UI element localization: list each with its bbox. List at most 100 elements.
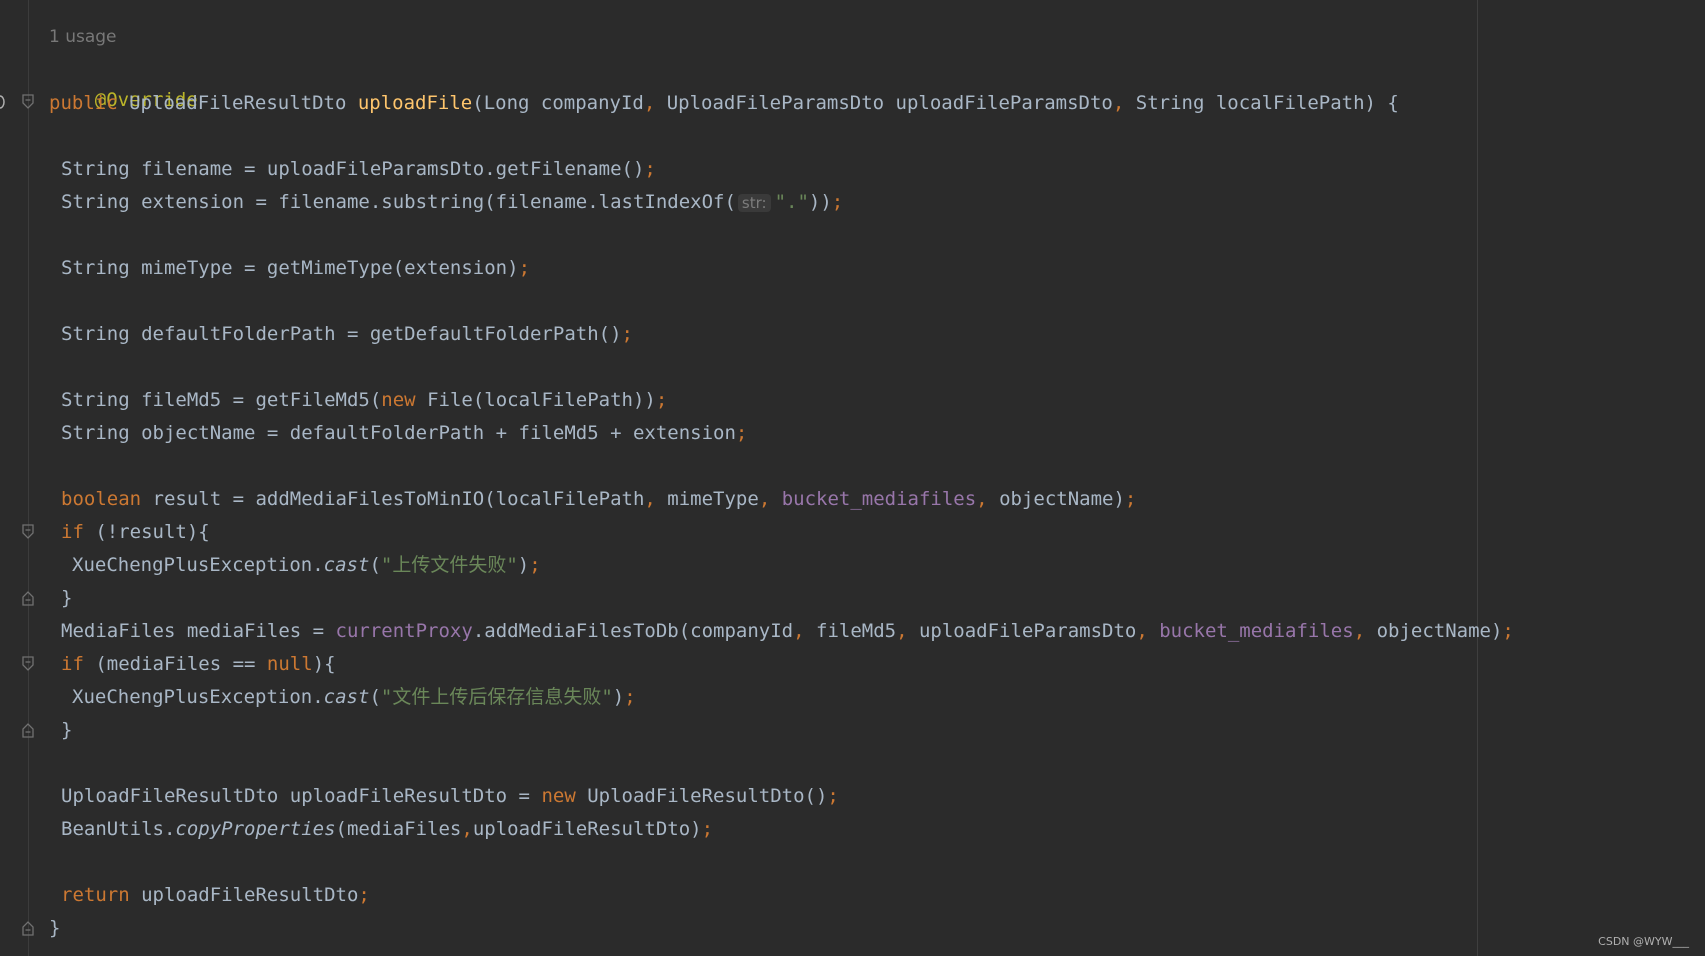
code-token: UploadFileResultDto() [587, 785, 828, 807]
comma-token: , [758, 488, 782, 510]
comma-token: , [976, 488, 1000, 510]
code-token: } [49, 917, 61, 939]
semicolon-token: ; [358, 884, 370, 906]
code-token: objectName) [1376, 620, 1503, 642]
code-line[interactable]: XueChengPlusException.cast("上传文件失败"); [72, 550, 541, 580]
code-token: String fileMd5 = getFileMd5( [61, 389, 382, 411]
code-token: uploadFileResultDto [141, 884, 359, 906]
semicolon-token: ; [1124, 488, 1137, 510]
code-token: UploadFileParamsDto uploadFileParamsDto [666, 92, 1113, 114]
comma-token: , [1136, 620, 1160, 642]
code-token: ( [369, 554, 381, 576]
semicolon-token: ; [701, 818, 714, 840]
code-editor[interactable]: 1 usage @Override public UploadFileResul… [0, 0, 1705, 956]
code-token: String mimeType = getMimeType(extension) [61, 257, 519, 279]
semicolon-token: ; [624, 686, 636, 708]
comma-token: , [896, 620, 919, 642]
semicolon-token: ; [621, 323, 633, 345]
code-token: objectName) [999, 488, 1125, 510]
keyword-token: boolean [61, 488, 153, 510]
code-token: String defaultFolderPath = getDefaultFol… [61, 323, 622, 345]
code-line[interactable]: return uploadFileResultDto; [61, 880, 370, 910]
code-token: ){ [312, 653, 336, 675]
field-token: bucket_mediafiles [781, 488, 977, 510]
code-token: } [61, 719, 73, 741]
static-method-token: copyProperties [175, 818, 336, 840]
code-line[interactable]: @Override [49, 55, 198, 111]
code-token: uploadFileParamsDto [918, 620, 1137, 642]
code-token: fileMd5 [816, 620, 897, 642]
code-token: (Long companyId [472, 92, 644, 114]
comma-token: , [1112, 92, 1136, 114]
code-token: String objectName = defaultFolderPath + … [61, 422, 736, 444]
code-token: XueChengPlusException. [72, 554, 324, 576]
code-line[interactable]: MediaFiles mediaFiles = currentProxy.add… [61, 616, 1514, 646]
code-token: (mediaFiles [335, 818, 462, 840]
code-token: String localFilePath) { [1135, 92, 1399, 114]
code-token: String extension = filename.substring(fi… [61, 191, 736, 213]
code-line[interactable]: } [61, 583, 72, 613]
code-line[interactable]: BeanUtils.copyProperties(mediaFiles,uplo… [61, 814, 713, 844]
code-line[interactable]: } [61, 715, 72, 745]
code-token: String filename = uploadFileParamsDto.ge… [61, 158, 645, 180]
code-token: uploadFileResultDto) [472, 818, 702, 840]
code-token: BeanUtils. [61, 818, 176, 840]
usage-hint[interactable]: 1 usage [49, 22, 117, 52]
code-token: (mediaFiles == [95, 653, 267, 675]
method-name-token: uploadFile [357, 92, 473, 114]
keyword-token: new [541, 785, 588, 807]
semicolon-token: ; [518, 257, 531, 279]
semicolon-token: ; [827, 785, 839, 807]
code-line[interactable]: boolean result = addMediaFilesToMinIO(lo… [61, 484, 1136, 514]
semicolon-token: ; [735, 422, 748, 444]
code-token: mimeType [667, 488, 759, 510]
static-method-token: cast [323, 554, 370, 576]
code-token: ) [612, 686, 625, 708]
keyword-token: return [61, 884, 142, 906]
comma-token: , [644, 488, 668, 510]
keyword-token: null [266, 653, 313, 675]
code-line[interactable]: if (mediaFiles == null){ [61, 649, 336, 679]
string-token: "上传文件失败" [380, 554, 518, 576]
string-token: "文件上传后保存信息失败" [380, 686, 613, 708]
comma-token: , [461, 818, 473, 840]
code-line[interactable]: String mimeType = getMimeType(extension)… [61, 253, 530, 283]
code-token: .addMediaFilesToDb(companyId [472, 620, 794, 642]
code-line[interactable]: XueChengPlusException.cast("文件上传后保存信息失败"… [72, 682, 636, 712]
semicolon-token: ; [655, 389, 668, 411]
code-token: UploadFileResultDto [129, 92, 358, 114]
code-line[interactable]: String objectName = defaultFolderPath + … [61, 418, 747, 448]
semicolon-token: ; [831, 191, 844, 213]
code-token: } [61, 587, 73, 609]
code-token: ) [517, 554, 530, 576]
code-token: UploadFileResultDto uploadFileResultDto … [61, 785, 542, 807]
semicolon-token: ; [1502, 620, 1514, 642]
code-line[interactable]: public UploadFileResultDto uploadFile(Lo… [49, 88, 1399, 118]
code-line[interactable]: String defaultFolderPath = getDefaultFol… [61, 319, 633, 349]
code-line[interactable]: } [49, 913, 60, 943]
keyword-token: if [61, 521, 96, 543]
code-token: File(localFilePath)) [427, 389, 656, 411]
code-line[interactable]: String extension = filename.substring(fi… [61, 187, 843, 217]
semicolon-token: ; [644, 158, 656, 180]
comma-token: , [793, 620, 817, 642]
code-token: (!result){ [95, 521, 210, 543]
code-token: MediaFiles mediaFiles = [61, 620, 336, 642]
code-line[interactable]: String filename = uploadFileParamsDto.ge… [61, 154, 656, 184]
code-line[interactable]: UploadFileResultDto uploadFileResultDto … [61, 781, 839, 811]
code-token: XueChengPlusException. [72, 686, 324, 708]
code-line[interactable]: if (!result){ [61, 517, 210, 547]
code-line[interactable]: String fileMd5 = getFileMd5(new File(loc… [61, 385, 667, 415]
comma-token: , [643, 92, 667, 114]
keyword-token: new [381, 389, 428, 411]
comma-token: , [1353, 620, 1377, 642]
field-token: bucket_mediafiles [1159, 620, 1354, 642]
code-token: ( [369, 686, 381, 708]
watermark: CSDN @WYW___ [1598, 935, 1689, 948]
code-token: )) [808, 191, 832, 213]
field-token: currentProxy [335, 620, 473, 642]
parameter-hint: str: [737, 194, 771, 212]
static-method-token: cast [323, 686, 370, 708]
code-token: result = addMediaFilesToMinIO(localFileP… [152, 488, 645, 510]
string-token: "." [774, 191, 809, 213]
